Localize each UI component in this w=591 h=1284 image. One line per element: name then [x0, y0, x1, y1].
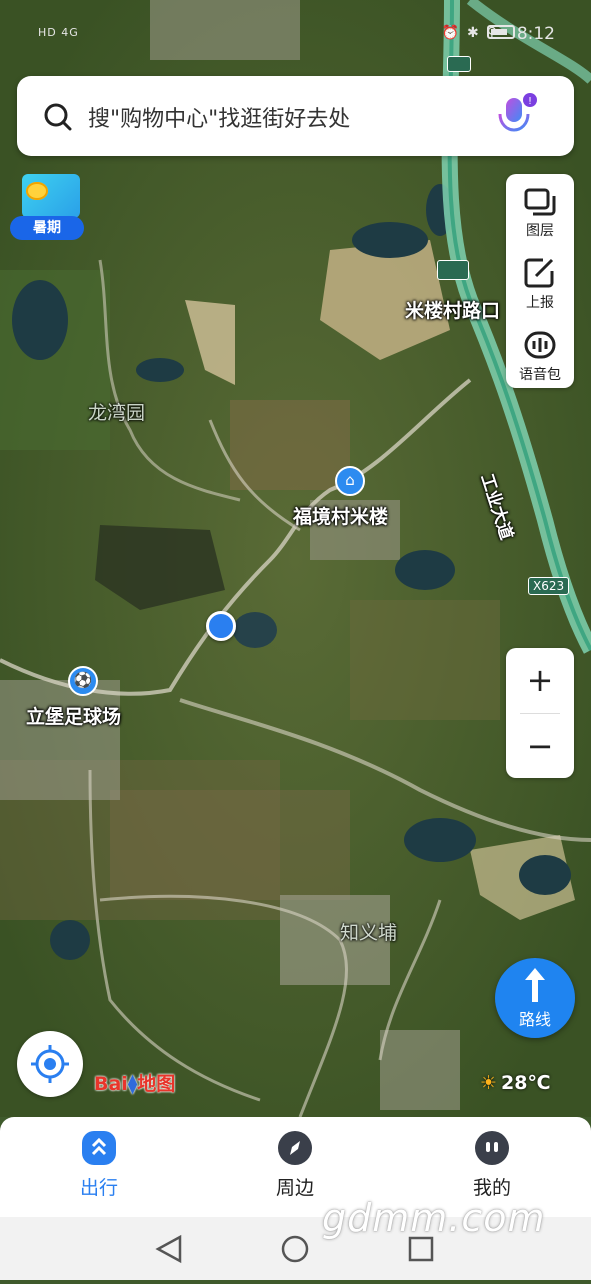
report-button[interactable]: 上报 — [506, 246, 574, 316]
travel-chevrons-icon — [82, 1131, 116, 1165]
landmark-poi-icon[interactable]: ⌂ — [335, 466, 365, 496]
place-label-milou-intersection[interactable]: 米楼村路口 — [405, 296, 500, 323]
search-placeholder[interactable]: 搜"购物中心"找逛街好去处 — [88, 101, 350, 133]
logo-text-a: Bai — [94, 1073, 128, 1095]
place-label-zhiyipu[interactable]: 知义埔 — [340, 918, 397, 945]
layers-label: 图层 — [526, 223, 554, 239]
promo-label: 暑期 — [10, 216, 84, 240]
report-label: 上报 — [526, 295, 554, 311]
map-tools-panel: 图层 上报 语音包 — [506, 174, 574, 388]
back-icon[interactable] — [155, 1234, 182, 1264]
zoom-controls: + − — [506, 648, 574, 778]
sun-icon: ☀ — [480, 1072, 498, 1094]
layers-button[interactable]: 图层 — [506, 174, 574, 244]
satellite-map[interactable]: 米楼村路口 龙湾园 ⌂ 福境村米楼 ⚽ 立堡足球场 知义埔 工业大道 X623 — [0, 0, 591, 1117]
summer-promo-badge[interactable]: 暑期 — [10, 172, 86, 244]
football-field-poi-icon[interactable]: ⚽ — [68, 666, 98, 696]
voice-pack-label: 语音包 — [519, 367, 561, 383]
report-edit-icon — [524, 258, 554, 288]
weather-widget[interactable]: ☀ 28℃ — [480, 1072, 551, 1094]
tab-nearby[interactable]: 周边 — [245, 1131, 345, 1200]
status-time: 8:12 — [516, 24, 555, 44]
route-arrow-icon — [525, 968, 545, 1002]
logo-text-b: 地图 — [137, 1073, 176, 1095]
status-bar: HD 4G ⏰✱⚲ 8:12 — [0, 0, 591, 62]
voice-search-mic-icon[interactable]: ! — [492, 92, 540, 140]
recents-icon[interactable] — [408, 1236, 434, 1262]
traffic-camera-icon — [437, 260, 469, 280]
compass-icon — [278, 1131, 312, 1165]
baidu-map-logo: Bai⧫地图 — [94, 1069, 175, 1096]
network-indicator: HD 4G — [38, 26, 79, 39]
voice-pack-button[interactable]: 语音包 — [506, 318, 574, 388]
weather-temperature: 28℃ — [501, 1072, 551, 1094]
route-label: 路线 — [518, 1010, 551, 1029]
search-bar[interactable]: 搜"购物中心"找逛街好去处 ! — [17, 76, 574, 156]
coin-icon — [26, 182, 48, 200]
place-label-longwan-garden[interactable]: 龙湾园 — [88, 398, 145, 425]
tab-travel[interactable]: 出行 — [49, 1131, 149, 1200]
tab-mine[interactable]: 我的 — [442, 1131, 542, 1200]
locate-me-button[interactable] — [17, 1031, 83, 1097]
tab-travel-label: 出行 — [79, 1177, 118, 1199]
place-label-fujing-village[interactable]: 福境村米楼 — [293, 502, 388, 529]
current-location-dot — [206, 611, 236, 641]
voice-pack-icon — [524, 331, 556, 359]
battery-icon — [487, 25, 515, 39]
watermark-text: gdmm.com — [322, 1196, 546, 1240]
route-button[interactable]: 路线 — [495, 958, 575, 1038]
home-icon[interactable] — [281, 1235, 309, 1263]
search-icon — [44, 103, 72, 131]
road-number-sign: X623 — [528, 577, 570, 595]
profile-face-icon — [475, 1131, 509, 1165]
crosshair-location-icon — [31, 1045, 69, 1083]
zoom-in-button[interactable]: + — [506, 648, 574, 712]
place-label-libao-football-field[interactable]: 立堡足球场 — [26, 702, 121, 729]
zoom-out-button[interactable]: − — [506, 714, 574, 778]
svg-text:!: ! — [528, 96, 532, 107]
layers-icon — [524, 188, 556, 216]
paw-icon: ⧫ — [127, 1073, 138, 1095]
map-imagery — [0, 0, 591, 1117]
